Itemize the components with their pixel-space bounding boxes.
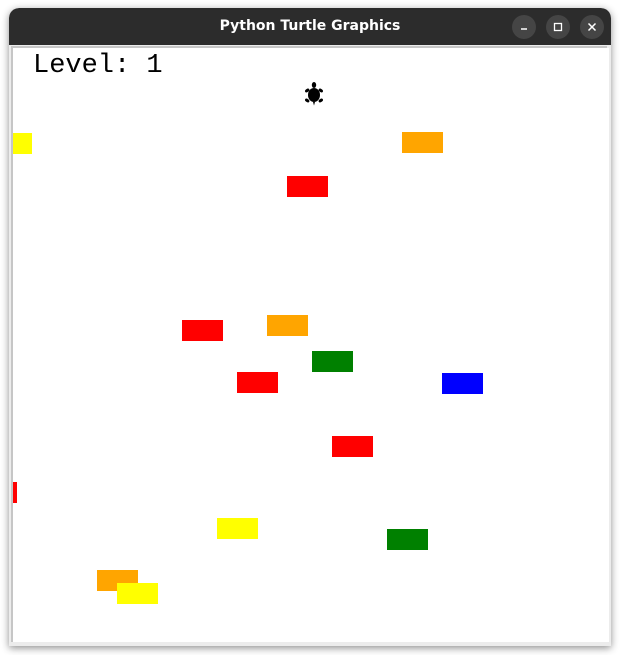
maximize-icon bbox=[553, 22, 563, 32]
title-bar[interactable]: Python Turtle Graphics bbox=[9, 8, 611, 45]
block-yellow bbox=[217, 518, 258, 539]
block-green bbox=[387, 529, 428, 550]
block-yellow bbox=[13, 133, 32, 154]
block-green bbox=[312, 351, 353, 372]
close-button[interactable] bbox=[580, 15, 604, 39]
block-yellow bbox=[117, 583, 158, 604]
block-orange bbox=[267, 315, 308, 336]
turtle-canvas[interactable]: Level: 1 bbox=[13, 48, 609, 642]
block-red bbox=[237, 372, 278, 393]
block-red bbox=[182, 320, 223, 341]
maximize-button[interactable] bbox=[546, 15, 570, 39]
turtle-graphics-window: Python Turtle Graphics Level: 1 bbox=[9, 8, 611, 646]
minimize-button[interactable] bbox=[512, 15, 536, 39]
turtle-icon[interactable] bbox=[304, 81, 324, 107]
block-red bbox=[287, 176, 328, 197]
minimize-icon bbox=[521, 28, 527, 30]
block-orange bbox=[402, 132, 443, 153]
block-red bbox=[13, 482, 17, 503]
canvas-frame: Level: 1 bbox=[11, 46, 609, 642]
close-icon bbox=[587, 22, 597, 32]
block-red bbox=[332, 436, 373, 457]
level-label: Level: 1 bbox=[33, 51, 163, 81]
block-blue bbox=[442, 373, 483, 394]
